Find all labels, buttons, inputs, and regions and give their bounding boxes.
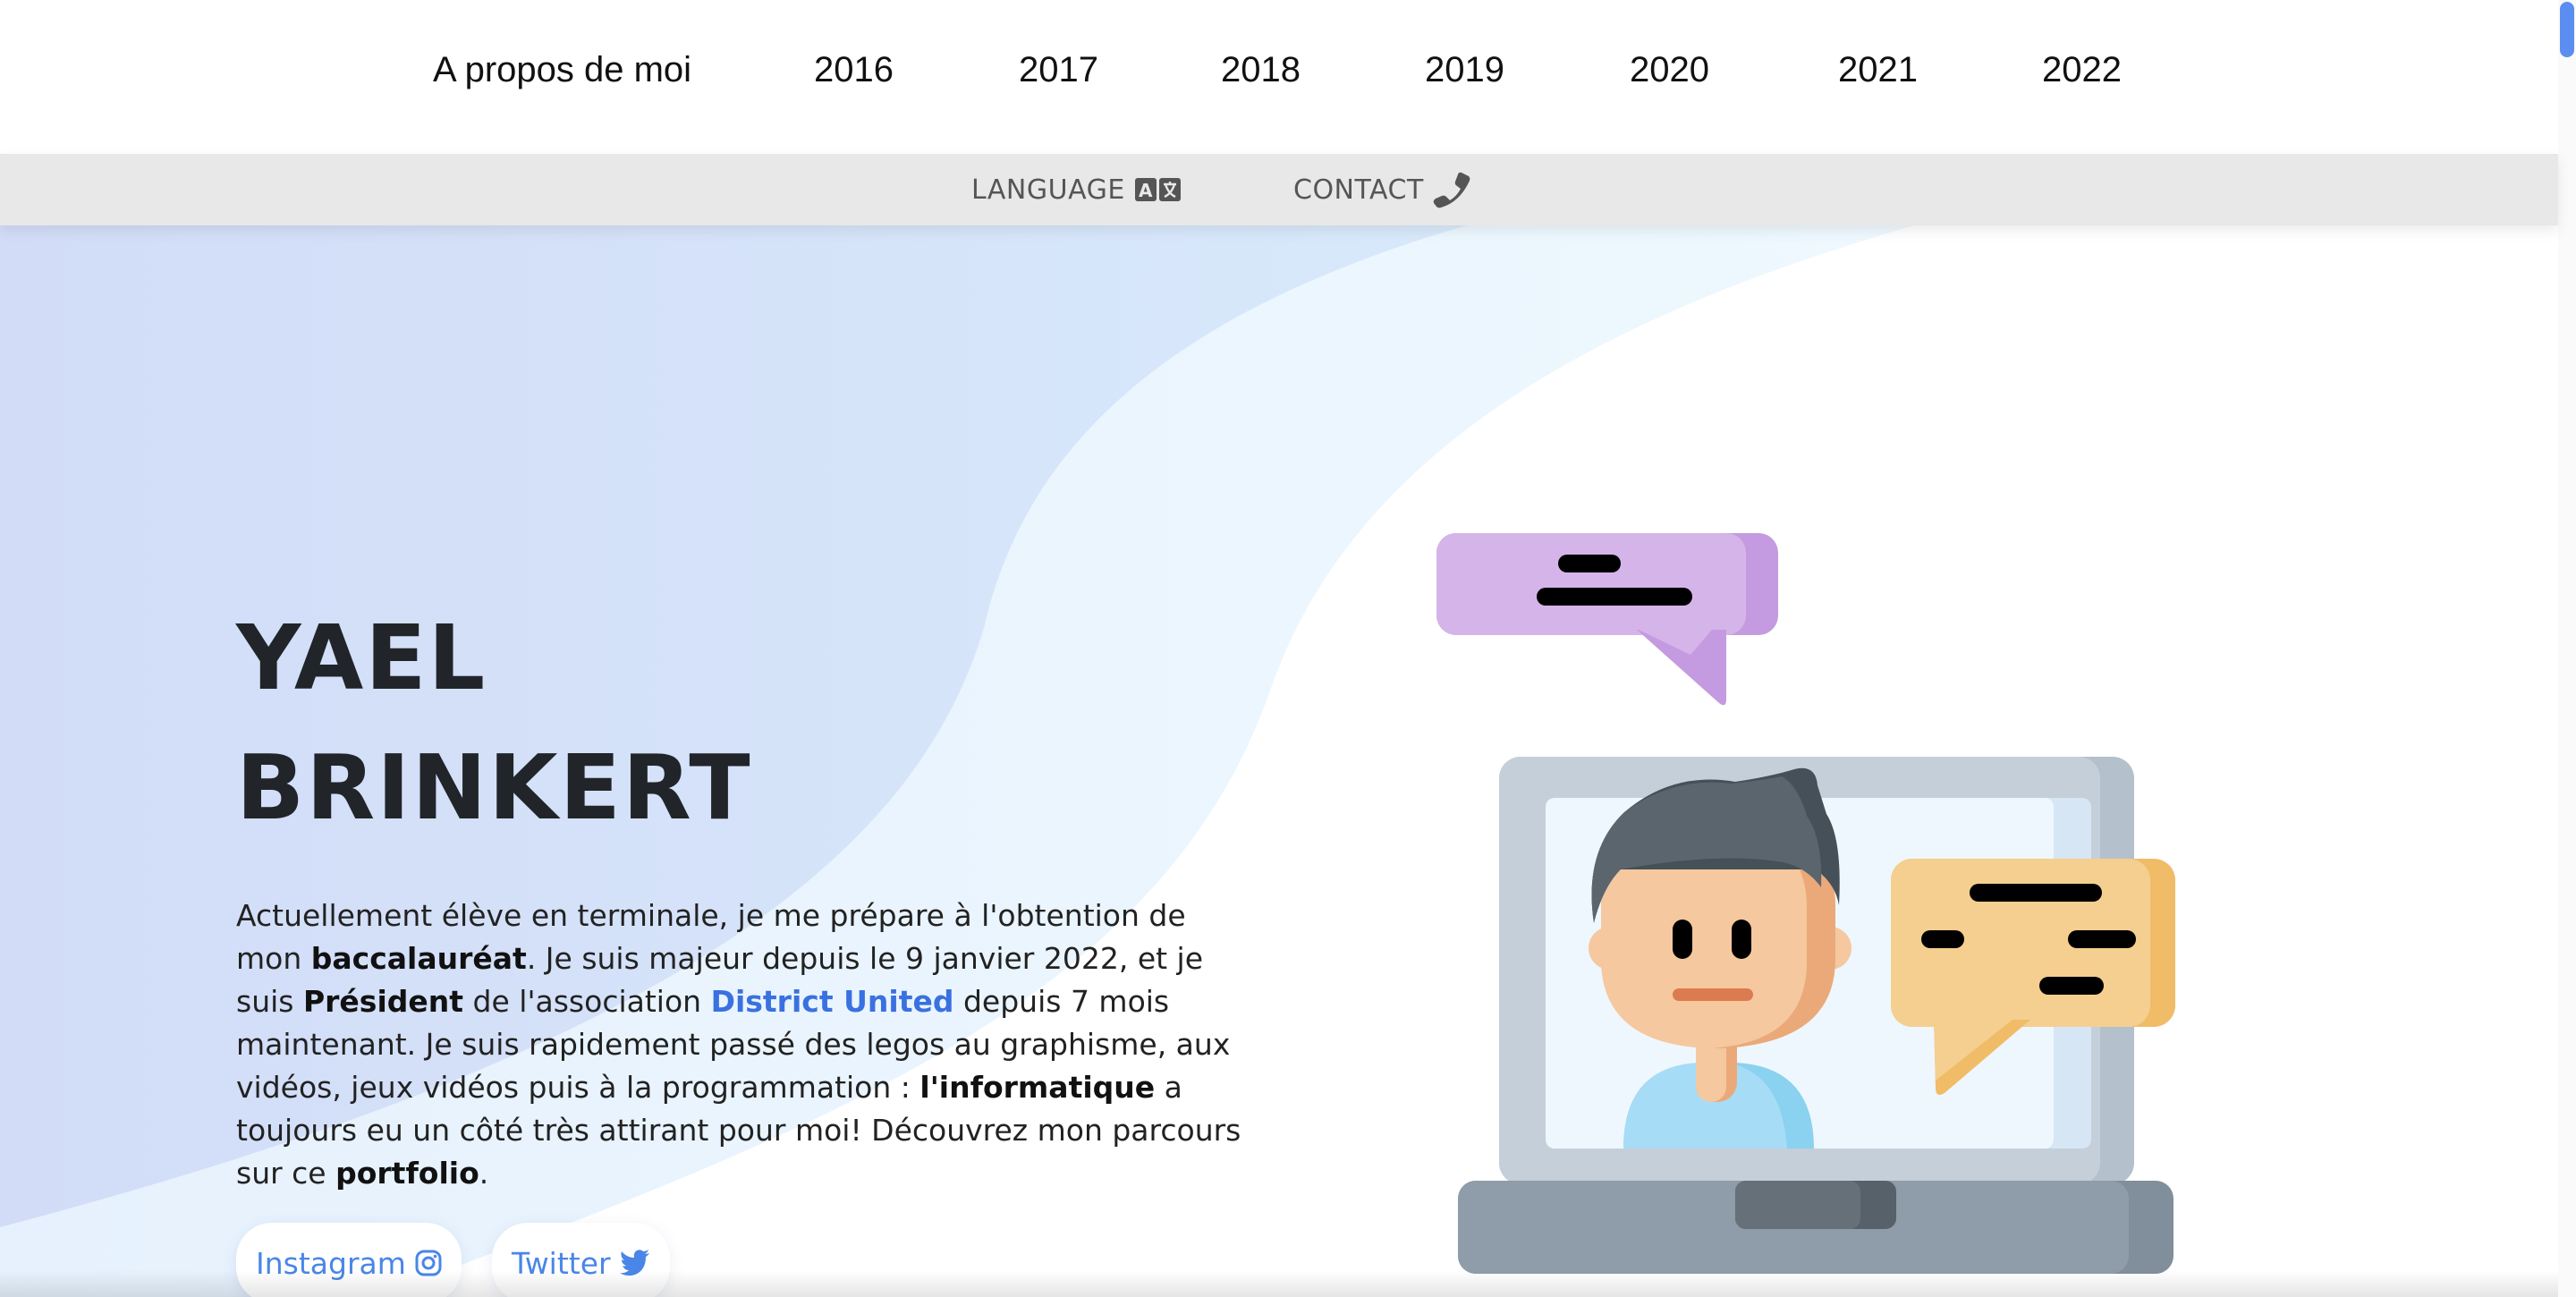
district-united-link[interactable]: District United — [711, 984, 954, 1019]
contact-button[interactable]: CONTACT — [1293, 170, 1472, 209]
scrollbar-thumb[interactable] — [2560, 2, 2574, 57]
nav-link-2019[interactable]: 2019 — [1425, 50, 1504, 90]
secondary-navigation: LANGUAGE A CONTACT — [0, 154, 2558, 225]
language-button[interactable]: LANGUAGE A — [971, 170, 1182, 209]
bio-text: de l'association — [463, 984, 711, 1019]
nav-link-2022[interactable]: 2022 — [2042, 50, 2122, 90]
bio-text: . — [479, 1156, 489, 1191]
nav-link-2017[interactable]: 2017 — [1019, 50, 1098, 90]
purple-speech-bubble — [1436, 533, 1778, 706]
scrollbar[interactable] — [2558, 0, 2576, 1297]
contact-label: CONTACT — [1293, 174, 1424, 206]
bio-highlight: baccalauréat — [310, 941, 527, 976]
first-name-heading: YAEL — [236, 606, 487, 710]
translate-icon: A — [1134, 177, 1182, 202]
orange-speech-bubble — [1891, 859, 2175, 1095]
bio-highlight: Président — [302, 984, 464, 1019]
nav-link-2016[interactable]: 2016 — [814, 50, 894, 90]
bio-paragraph: Actuellement élève en terminale, je me p… — [236, 894, 1247, 1195]
nav-link-2021[interactable]: 2021 — [1838, 50, 1918, 90]
bio-highlight: portfolio — [335, 1156, 479, 1191]
top-navigation: A propos de moi 2016 2017 2018 2019 2020… — [0, 0, 2558, 152]
nav-link-about[interactable]: A propos de moi — [433, 50, 691, 90]
phone-icon — [1433, 171, 1472, 208]
last-name-heading: BRINKERT — [236, 735, 752, 840]
bottom-shadow — [0, 1270, 2558, 1297]
svg-text:A: A — [1139, 180, 1153, 201]
nav-link-2020[interactable]: 2020 — [1630, 50, 1709, 90]
bio-highlight: l'informatique — [919, 1070, 1156, 1105]
language-label: LANGUAGE — [971, 174, 1125, 206]
hero-section: YAEL BRINKERT Actuellement élève en term… — [0, 225, 2558, 1297]
nav-link-2018[interactable]: 2018 — [1221, 50, 1301, 90]
